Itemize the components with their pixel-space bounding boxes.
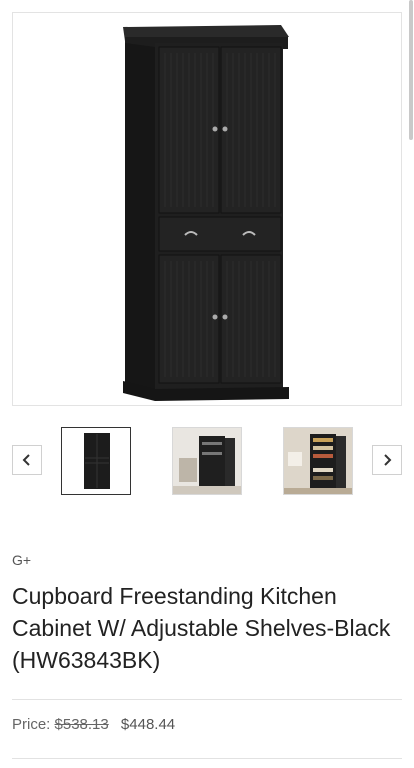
gallery-next-button[interactable] [372,445,402,475]
thumbnail-room-filled[interactable] [283,427,353,495]
price-row: Price: $538.13 $448.44 [12,716,175,733]
product-title: Cupboard Freestanding Kitchen Cabinet W/… [12,583,391,673]
divider [12,699,402,700]
page-scrollbar[interactable] [409,0,413,140]
sale-price: $448.44 [120,716,176,733]
price-label: Price: [12,716,55,733]
gallery-prev-button[interactable] [12,445,42,475]
thumbnail-front[interactable] [61,427,131,495]
original-price: $538.13 [54,716,109,733]
chevron-right-icon [384,454,392,466]
cabinet-illustration [123,25,289,401]
divider-bottom [12,758,402,759]
product-brand: G+ [12,552,32,568]
chevron-left-icon [22,454,30,466]
main-product-image[interactable] [12,12,402,406]
thumbnail-room-open[interactable] [172,427,242,495]
